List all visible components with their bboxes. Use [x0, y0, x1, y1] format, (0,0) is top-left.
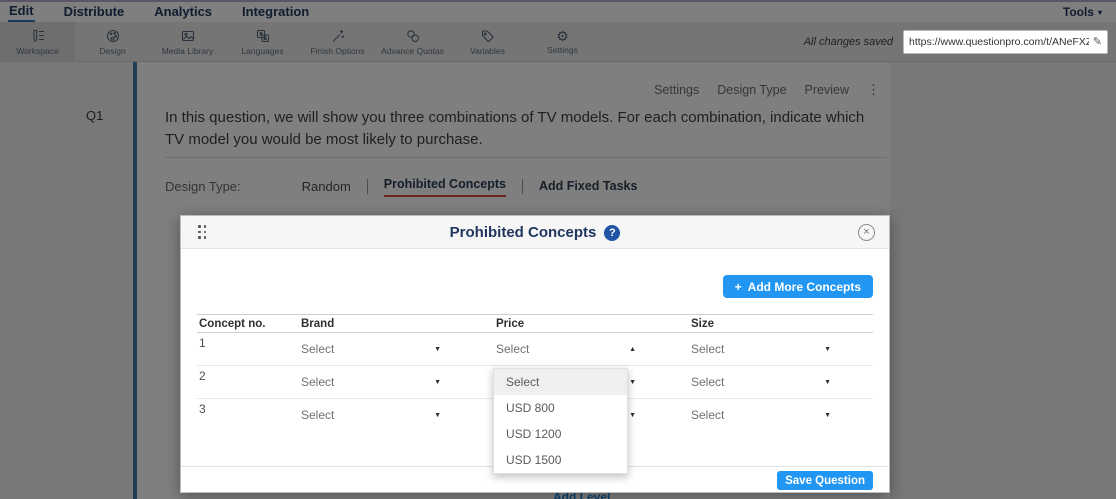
price-dropdown-menu: Select USD 800 USD 1200 USD 1500 [493, 368, 628, 474]
size-select-row3[interactable]: Select ▼ [691, 408, 831, 422]
select-value: Select [691, 375, 724, 389]
plus-icon: + [735, 280, 742, 294]
price-select-row1[interactable]: Select ▲ [496, 342, 636, 356]
survey-url-input[interactable] [909, 36, 1089, 48]
caret-down-icon: ▼ [629, 379, 636, 386]
caret-down-icon: ▼ [434, 346, 441, 353]
caret-down-icon: ▼ [824, 379, 831, 386]
caret-down-icon: ▼ [434, 412, 441, 419]
dropdown-option-usd-800[interactable]: USD 800 [494, 395, 627, 421]
concept-number: 1 [199, 336, 206, 350]
select-value: Select [301, 408, 334, 422]
size-select-row1[interactable]: Select ▼ [691, 342, 831, 356]
table-header-row: Concept no. Brand Price Size [197, 314, 873, 333]
modal-title-wrap: Prohibited Concepts ? [181, 216, 889, 249]
brand-select-row3[interactable]: Select ▼ [301, 408, 441, 422]
caret-down-icon: ▼ [824, 412, 831, 419]
add-more-concepts-button[interactable]: + Add More Concepts [723, 275, 873, 298]
select-value: Select [691, 342, 724, 356]
caret-up-icon: ▲ [629, 346, 636, 353]
concept-number: 2 [199, 369, 206, 383]
edit-pencil-icon[interactable]: ✎ [1093, 35, 1102, 48]
table-row: 1 Select ▼ Select ▲ Select ▼ [197, 333, 873, 366]
dropdown-option-select[interactable]: Select [494, 369, 627, 395]
dropdown-option-usd-1200[interactable]: USD 1200 [494, 421, 627, 447]
prohibited-concepts-modal: Prohibited Concepts ? × + Add More Conce… [180, 215, 890, 493]
dropdown-option-usd-1500[interactable]: USD 1500 [494, 447, 627, 473]
add-more-concepts-label: Add More Concepts [748, 280, 861, 294]
caret-down-icon: ▼ [629, 412, 636, 419]
modal-header: Prohibited Concepts ? × [181, 216, 889, 249]
concept-number: 3 [199, 402, 206, 416]
caret-down-icon: ▼ [434, 379, 441, 386]
column-header-brand: Brand [301, 318, 334, 330]
survey-url-field[interactable]: ✎ [903, 30, 1108, 54]
caret-down-icon: ▼ [824, 346, 831, 353]
select-value: Select [691, 408, 724, 422]
save-question-button[interactable]: Save Question [777, 471, 873, 490]
select-value: Select [301, 375, 334, 389]
questionpro-survey-editor: Edit Distribute Analytics Integration To… [0, 0, 1116, 499]
modal-title: Prohibited Concepts [450, 224, 597, 241]
column-header-size: Size [691, 318, 714, 330]
brand-select-row1[interactable]: Select ▼ [301, 342, 441, 356]
column-header-price: Price [496, 318, 524, 330]
brand-select-row2[interactable]: Select ▼ [301, 375, 441, 389]
close-icon[interactable]: × [858, 224, 875, 241]
size-select-row2[interactable]: Select ▼ [691, 375, 831, 389]
help-icon[interactable]: ? [604, 225, 620, 241]
select-value: Select [301, 342, 334, 356]
select-value: Select [496, 342, 529, 356]
column-header-concept-no: Concept no. [199, 318, 265, 330]
